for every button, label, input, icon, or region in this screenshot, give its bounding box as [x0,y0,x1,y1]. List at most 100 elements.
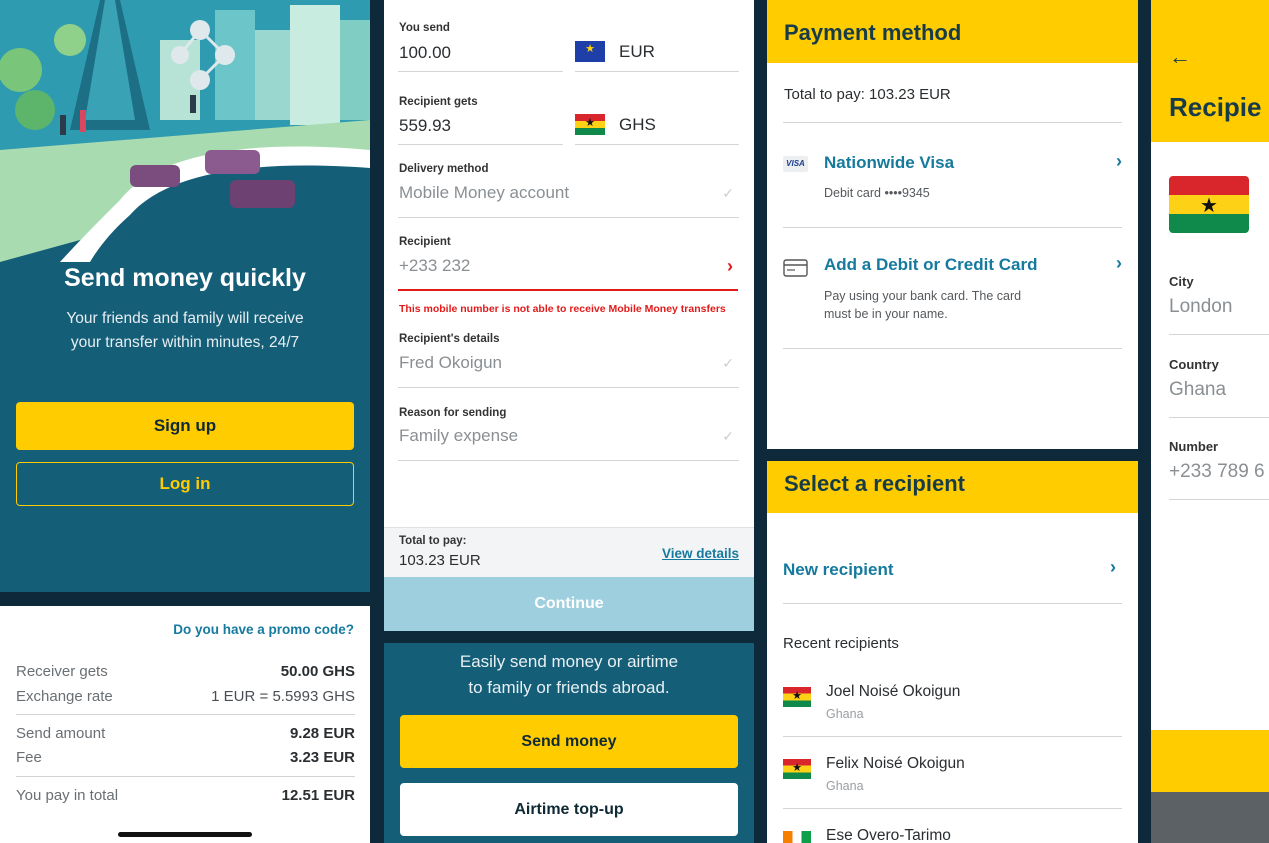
divider [575,144,739,145]
summary-value: 50.00 GHS [280,663,355,680]
add-card-desc-line1: Pay using your bank card. The card [824,289,1022,303]
receive-currency-code: GHS [619,114,656,134]
city-field[interactable]: London [1169,296,1232,318]
reason-field[interactable]: Family expense [399,426,518,446]
sign-up-button[interactable]: Sign up [16,402,354,450]
view-details-link[interactable]: View details [662,546,739,561]
home-tagline: Easily send money or airtime to family o… [404,649,734,701]
ghana-flag-icon [783,687,811,707]
summary-label: You pay in total [16,787,119,804]
divider [398,460,739,461]
error-message: This mobile number is not able to receiv… [399,303,726,315]
welcome-screen: Send money quickly Your friends and fami… [0,0,370,592]
recipient-label: Recipient [399,236,451,248]
recipient-name: Felix Noisé Okoigun [826,755,965,772]
home-tagline-line1: Easily send money or airtime [459,652,679,671]
new-recipient-label: New recipient [783,560,894,579]
ghana-flag-icon: ★ [1169,176,1249,233]
summary-value: 9.28 EUR [289,725,355,742]
delivery-method-label: Delivery method [399,163,489,175]
ghana-flag-icon [783,759,811,779]
promo-code-link[interactable]: Do you have a promo code? [173,622,354,637]
number-field[interactable]: +233 789 6 [1169,461,1265,483]
country-field[interactable]: Ghana [1169,379,1226,401]
recipient-details-screen: ← Recipie ★ City London Country Ghana Nu… [1151,0,1269,843]
divider [1169,334,1269,335]
new-recipient-item[interactable]: New recipient › [767,551,1138,603]
divider [783,736,1122,737]
divider [398,387,739,388]
recipient-gets-label: Recipient gets [399,96,478,108]
divider [16,714,355,715]
recipient-field[interactable]: +233 232 [399,256,470,276]
recipient-name: Joel Noisé Okoigun [826,683,961,700]
saved-card-item[interactable]: VISA Nationwide Visa Debit card ••••9345… [767,123,1138,227]
recipient-item[interactable]: Felix Noisé Okoigun Ghana [783,755,1122,805]
summary-label: Send amount [16,725,106,742]
divider [783,603,1122,604]
recipient-name: Ese Overo-Tarimo [826,827,951,843]
recipient-item[interactable]: Joel Noisé Okoigun Ghana [783,683,1122,733]
city-label: City [1169,274,1194,289]
country-label: Country [1169,357,1219,372]
recipient-country: Ghana [826,779,864,793]
home-indicator[interactable] [118,832,252,837]
recipient-details-title: Recipie [1169,92,1262,122]
credit-card-icon [783,259,808,277]
transfer-summary-screen: Do you have a promo code? Receiver gets … [0,606,370,843]
summary-label: Exchange rate [16,688,113,705]
summary-row: Send amount 9.28 EUR [16,725,355,742]
card-name: Nationwide Visa [824,153,955,172]
welcome-subtitle: Your friends and family will receive you… [30,307,340,355]
chevron-right-icon[interactable]: › [727,256,733,277]
total-bar: Total to pay: 103.23 EUR View details [384,527,754,577]
select-recipient-screen: Select a recipient New recipient › Recen… [767,461,1138,843]
summary-label: Fee [16,749,42,766]
divider [783,808,1122,809]
divider [398,71,563,72]
send-money-button[interactable]: Send money [400,715,738,768]
you-send-input[interactable]: 100.00 [399,43,451,63]
back-arrow-icon[interactable]: ← [1169,44,1191,70]
send-currency-code: EUR [619,41,655,61]
chevron-right-icon: › [1116,253,1122,273]
chevron-right-icon: › [1110,557,1116,577]
log-in-button[interactable]: Log in [16,462,354,506]
divider [398,217,739,218]
delivery-method-field[interactable]: Mobile Money account [399,183,569,203]
select-recipient-header: Select a recipient [767,461,1138,513]
home-screen: Easily send money or airtime to family o… [384,643,754,843]
keyboard-area [1151,792,1269,843]
recipient-details-header: ← Recipie [1151,0,1269,142]
card-detail: Debit card ••••9345 [824,186,930,200]
divider [1169,499,1269,500]
summary-label: Receiver gets [16,663,108,680]
add-card-item[interactable]: Add a Debit or Credit Card Pay using you… [767,228,1138,348]
recipient-country: Ghana [826,707,864,721]
number-label: Number [1169,439,1219,454]
summary-value: 1 EUR = 5.5993 GHS [211,688,355,705]
recipient-details-field[interactable]: Fred Okoigun [399,353,502,373]
receive-currency-selector[interactable]: GHS [575,114,656,135]
welcome-subtitle-line2: your transfer within minutes, 24/7 [70,334,300,351]
total-value: 103.23 EUR [399,552,481,569]
recipient-item[interactable]: Ese Overo-Tarimo [783,827,1122,843]
payment-header: Payment method [767,0,1138,63]
summary-row: You pay in total 12.51 EUR [16,787,355,804]
summary-row: Exchange rate 1 EUR = 5.5993 GHS [16,688,355,705]
recipient-details-footer-button[interactable] [1151,730,1269,792]
airtime-topup-button[interactable]: Airtime top-up [400,783,738,836]
you-send-label: You send [399,22,450,34]
recipient-gets-input[interactable]: 559.93 [399,116,451,136]
add-card-desc-line2: must be in your name. [824,307,948,321]
divider [398,144,563,145]
home-tagline-line2: to family or friends abroad. [468,678,670,697]
divider [783,348,1122,349]
city-illustration [0,0,370,262]
send-currency-selector[interactable]: EUR [575,41,655,62]
check-icon: ✓ [722,185,734,201]
continue-button[interactable]: Continue [384,577,754,631]
total-label: Total to pay: [399,535,467,547]
recipient-details-label: Recipient's details [399,333,500,345]
summary-row: Fee 3.23 EUR [16,749,355,766]
